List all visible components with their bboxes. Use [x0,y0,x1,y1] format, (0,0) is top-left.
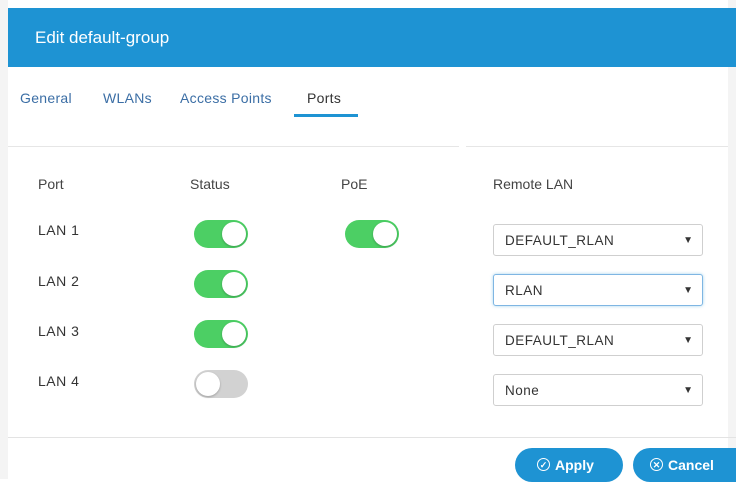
cancel-button-label: Cancel [668,457,714,473]
remote-lan-select-lan3[interactable]: DEFAULT_RLAN ▼ [493,324,703,356]
remote-lan-select-lan1[interactable]: DEFAULT_RLAN ▼ [493,224,703,256]
status-toggle-lan1[interactable] [194,220,248,248]
remote-lan-select-lan2[interactable]: RLAN ▼ [493,274,703,306]
apply-button-label: Apply [555,457,594,473]
left-backdrop [0,0,8,479]
column-header-poe: PoE [341,176,368,192]
port-label-lan4: LAN 4 [38,373,80,389]
content-divider-left [8,146,459,147]
dialog-header: Edit default-group [8,8,736,67]
tab-access-points[interactable]: Access Points [180,90,272,106]
caret-down-icon: ▼ [683,335,693,346]
status-toggle-lan3[interactable] [194,320,248,348]
caret-down-icon: ▼ [683,285,693,296]
check-circle-icon: ✓ [537,458,550,471]
status-toggle-lan4[interactable] [194,370,248,398]
apply-button[interactable]: ✓ Apply [515,448,623,482]
select-value: RLAN [505,283,544,298]
column-header-remote-lan: Remote LAN [493,176,574,192]
caret-down-icon: ▼ [683,385,693,396]
select-value: DEFAULT_RLAN [505,233,615,248]
toggle-knob [373,222,397,246]
footer-divider [8,437,736,438]
x-circle-icon: ✕ [650,458,663,471]
tab-general[interactable]: General [20,90,72,106]
tab-ports[interactable]: Ports [307,90,341,106]
toggle-knob [222,272,246,296]
select-value: None [505,383,540,398]
port-label-lan1: LAN 1 [38,222,80,238]
caret-down-icon: ▼ [683,235,693,246]
remote-lan-select-lan4[interactable]: None ▼ [493,374,703,406]
cancel-button[interactable]: ✕ Cancel [633,448,736,482]
toggle-knob [196,372,220,396]
tab-bar: General WLANs Access Points Ports [8,67,728,127]
toggle-knob [222,222,246,246]
column-header-status: Status [190,176,230,192]
port-label-lan2: LAN 2 [38,273,80,289]
right-backdrop [728,0,736,479]
dialog-title: Edit default-group [35,28,170,47]
poe-toggle-lan1[interactable] [345,220,399,248]
content-divider-right [466,146,728,147]
tab-wlans[interactable]: WLANs [103,90,152,106]
active-tab-indicator [294,114,358,117]
status-toggle-lan2[interactable] [194,270,248,298]
toggle-knob [222,322,246,346]
column-header-port: Port [38,176,64,192]
port-label-lan3: LAN 3 [38,323,80,339]
select-value: DEFAULT_RLAN [505,333,615,348]
